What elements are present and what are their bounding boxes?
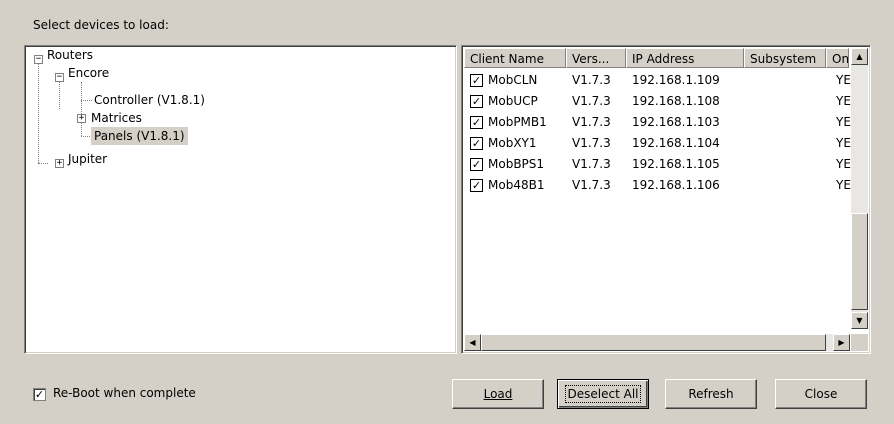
scroll-up-icon[interactable]: ▲ xyxy=(851,48,868,65)
ip-address-cell: 192.168.1.103 xyxy=(632,115,720,129)
client-name-cell: MobUCP xyxy=(488,94,538,108)
table-row[interactable]: ✓ MobPMB1 V1.7.3 192.168.1.103 YES xyxy=(464,112,859,133)
scroll-down-icon[interactable]: ▼ xyxy=(851,312,868,329)
vertical-scroll-thumb[interactable] xyxy=(851,213,868,310)
scroll-corner xyxy=(851,334,868,351)
version-cell: V1.7.3 xyxy=(572,73,611,87)
table-row[interactable]: ✓ MobUCP V1.7.3 192.168.1.108 YES xyxy=(464,91,859,112)
table-row[interactable]: ✓ Mob48B1 V1.7.3 192.168.1.106 YES xyxy=(464,175,859,196)
version-cell: V1.7.3 xyxy=(572,178,611,192)
table-row[interactable]: ✓ MobXY1 V1.7.3 192.168.1.104 YES xyxy=(464,133,859,154)
row-checkbox[interactable]: ✓ xyxy=(470,116,483,129)
horizontal-scrollbar[interactable]: ◀ ▶ xyxy=(464,334,850,351)
tree-line xyxy=(59,82,60,109)
client-name-cell: Mob48B1 xyxy=(488,178,545,192)
scroll-left-icon[interactable]: ◀ xyxy=(464,334,481,351)
reboot-checkbox[interactable]: ✓ xyxy=(33,388,46,401)
client-name-cell: MobCLN xyxy=(488,73,538,87)
tree-node-controller[interactable]: Controller (V1.8.1) xyxy=(94,91,205,109)
tree-node-matrices[interactable]: Matrices xyxy=(91,109,142,127)
expand-icon[interactable]: + xyxy=(77,114,86,123)
refresh-button-label: Refresh xyxy=(688,387,734,401)
device-tree[interactable]: − Routers − Encore Controller (V1.8.1) +… xyxy=(24,45,457,354)
close-button-label: Close xyxy=(804,387,838,401)
deselect-all-button-label: Deselect All xyxy=(564,385,642,403)
table-row[interactable]: ✓ MobBPS1 V1.7.3 192.168.1.105 YES xyxy=(464,154,859,175)
column-header-ip-address[interactable]: IP Address xyxy=(626,48,744,68)
row-checkbox[interactable]: ✓ xyxy=(470,74,483,87)
tree-line xyxy=(38,64,39,163)
vertical-scrollbar[interactable]: ▲ ▼ xyxy=(851,48,868,329)
tree-line xyxy=(81,100,92,101)
expand-icon[interactable]: + xyxy=(55,159,64,168)
refresh-button[interactable]: Refresh xyxy=(665,379,757,409)
collapse-icon[interactable]: − xyxy=(55,73,64,82)
tree-line xyxy=(38,163,48,164)
row-checkbox[interactable]: ✓ xyxy=(470,158,483,171)
version-cell: V1.7.3 xyxy=(572,115,611,129)
device-list[interactable]: Client Name Vers... IP Address Subsystem… xyxy=(461,45,871,354)
close-button[interactable]: Close xyxy=(775,379,867,409)
column-header-client-name[interactable]: Client Name xyxy=(464,48,566,68)
row-checkbox[interactable]: ✓ xyxy=(470,137,483,150)
row-checkbox[interactable]: ✓ xyxy=(470,95,483,108)
client-name-cell: MobBPS1 xyxy=(488,157,545,171)
dialog-heading: Select devices to load: xyxy=(33,18,169,32)
table-row[interactable]: ✓ MobCLN V1.7.3 192.168.1.109 YES xyxy=(464,70,859,91)
tree-node-panels[interactable]: Panels (V1.8.1) xyxy=(91,127,188,145)
load-button-label: Load xyxy=(483,387,513,401)
ip-address-cell: 192.168.1.105 xyxy=(632,157,720,171)
client-name-cell: MobXY1 xyxy=(488,136,537,150)
scroll-right-icon[interactable]: ▶ xyxy=(833,334,850,351)
load-button[interactable]: Load xyxy=(452,379,544,409)
deselect-all-button[interactable]: Deselect All xyxy=(557,379,649,409)
ip-address-cell: 192.168.1.106 xyxy=(632,178,720,192)
tree-node-routers[interactable]: Routers xyxy=(47,46,93,64)
reboot-label[interactable]: Re-Boot when complete xyxy=(53,386,196,400)
ip-address-cell: 192.168.1.108 xyxy=(632,94,720,108)
ip-address-cell: 192.168.1.109 xyxy=(632,73,720,87)
ip-address-cell: 192.168.1.104 xyxy=(632,136,720,150)
tree-node-jupiter[interactable]: Jupiter xyxy=(68,150,107,168)
version-cell: V1.7.3 xyxy=(572,136,611,150)
version-cell: V1.7.3 xyxy=(572,94,611,108)
tree-node-encore[interactable]: Encore xyxy=(68,64,109,82)
version-cell: V1.7.3 xyxy=(572,157,611,171)
client-name-cell: MobPMB1 xyxy=(488,115,547,129)
column-header-version[interactable]: Vers... xyxy=(566,48,626,68)
tree-line xyxy=(81,82,82,136)
horizontal-scroll-thumb[interactable] xyxy=(481,334,826,351)
row-checkbox[interactable]: ✓ xyxy=(470,179,483,192)
collapse-icon[interactable]: − xyxy=(34,55,43,64)
column-header-subsystem[interactable]: Subsystem xyxy=(744,48,826,68)
column-header-online[interactable]: Onlin xyxy=(826,48,849,68)
